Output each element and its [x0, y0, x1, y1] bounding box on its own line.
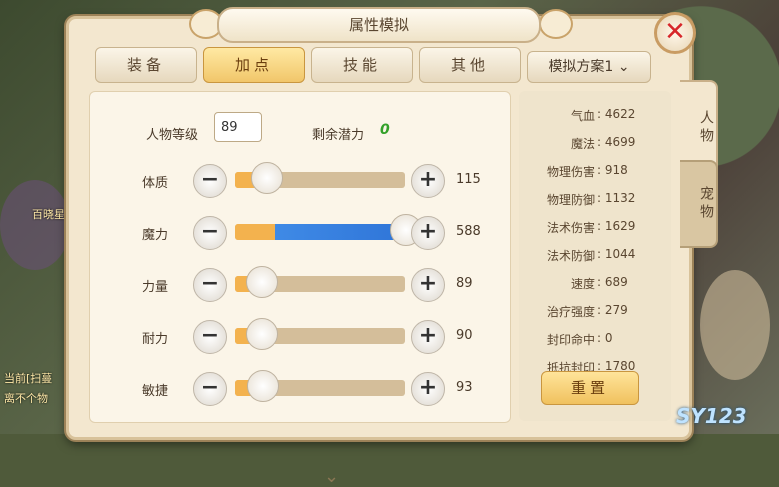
close-icon: ✕	[664, 17, 686, 47]
attribute-row: 耐力 − +90	[90, 318, 510, 358]
stat-value: : 279	[597, 303, 628, 317]
stat-label: 法术伤害	[546, 221, 595, 235]
tab-skills[interactable]: 技能	[311, 47, 413, 83]
stat-label: 物理防御	[546, 193, 595, 207]
decrease-button[interactable]: −	[193, 164, 227, 198]
increase-button[interactable]: +	[411, 268, 445, 302]
background-chat-text: 当前[扫蔓	[4, 372, 53, 385]
stat-value: : 4699	[597, 135, 636, 149]
tab-equipment[interactable]: 装备	[95, 47, 197, 83]
tab-other[interactable]: 其他	[419, 47, 521, 83]
attribute-row: 体质 − +115	[90, 162, 510, 202]
decrease-button[interactable]: −	[193, 372, 227, 406]
stat-value: : 4622	[597, 107, 636, 121]
attribute-name: 耐力	[142, 332, 169, 347]
stat-label: 封印命中	[546, 333, 595, 347]
slider-knob[interactable]	[246, 266, 278, 298]
slider-knob[interactable]	[247, 370, 279, 402]
remaining-points-value: 0	[380, 122, 390, 138]
title-ornament-right	[539, 9, 573, 39]
attribute-row: 力量 − +89	[90, 266, 510, 306]
attribute-panel: 人物等级 89 剩余潜力 0 体质 − +115 魔力 − +588 力量 − +89 耐力 − +9…	[89, 91, 511, 487]
side-tab-pet[interactable]: 宠物	[680, 160, 718, 248]
increase-button[interactable]: +	[411, 164, 445, 198]
attribute-slider-track[interactable]	[235, 224, 405, 240]
attribute-row: 魔力 − +588	[90, 214, 510, 254]
stat-value: : 689	[597, 275, 628, 289]
stat-value: : 1132	[597, 191, 636, 205]
decrease-button[interactable]: −	[193, 268, 227, 302]
attribute-value: 588	[456, 224, 481, 239]
tab-bar: 装备 加点 技能 其他	[95, 47, 521, 83]
attribute-slider-fill	[235, 224, 405, 240]
attribute-name: 力量	[142, 280, 169, 295]
decrease-button[interactable]: −	[193, 320, 227, 354]
site-watermark: SY123	[676, 404, 747, 428]
increase-button[interactable]: +	[411, 216, 445, 250]
attribute-row: 敏捷 − +93	[90, 370, 510, 410]
tab-add-points[interactable]: 加点	[203, 47, 305, 83]
decrease-button[interactable]: −	[193, 216, 227, 250]
close-button[interactable]: ✕	[654, 12, 696, 54]
attribute-name: 敏捷	[142, 384, 169, 399]
background-chat-text-2: 离不个物	[4, 392, 48, 405]
stat-label: 物理伤害	[546, 165, 595, 179]
remaining-points-label: 剩余潜力	[312, 128, 365, 143]
level-label: 人物等级	[146, 128, 199, 143]
scheme-label: 模拟方案1	[548, 59, 614, 75]
stat-value: : 0	[597, 331, 613, 345]
stat-value: : 1629	[597, 219, 636, 233]
slider-knob[interactable]	[251, 162, 283, 194]
attribute-value: 89	[456, 276, 473, 291]
attribute-value: 115	[456, 172, 481, 187]
stat-label: 魔法	[570, 137, 595, 151]
stat-label: 速度	[570, 277, 595, 291]
attribute-value: 93	[456, 380, 473, 395]
increase-button[interactable]: +	[411, 320, 445, 354]
scheme-dropdown[interactable]: 模拟方案1 ⌄	[527, 51, 651, 83]
stat-label: 气血	[570, 109, 595, 123]
level-input[interactable]: 89	[214, 112, 262, 142]
attribute-name: 体质	[142, 176, 169, 191]
attribute-value: 90	[456, 328, 473, 343]
background-name-text: 百晓星	[32, 208, 65, 221]
chevron-down-icon: ⌄	[617, 59, 630, 75]
increase-button[interactable]: +	[411, 372, 445, 406]
attribute-name: 魔力	[142, 228, 169, 243]
stat-value: : 1044	[597, 247, 636, 261]
slider-knob[interactable]	[246, 318, 278, 350]
chevron-down-icon[interactable]: ⌄	[324, 466, 339, 487]
attribute-simulator-window: 属性模拟 装备 加点 技能 其他 人物等级 89 剩余潜力 0 体质 − +115 魔…	[66, 7, 692, 487]
stat-label: 治疗强度	[546, 305, 595, 319]
window-title: 属性模拟	[217, 7, 541, 43]
background-character	[0, 180, 70, 270]
stat-label: 法术防御	[546, 249, 595, 263]
stat-value: : 918	[597, 163, 628, 177]
reset-button[interactable]: 重置	[541, 371, 639, 405]
background-npc	[700, 270, 770, 380]
